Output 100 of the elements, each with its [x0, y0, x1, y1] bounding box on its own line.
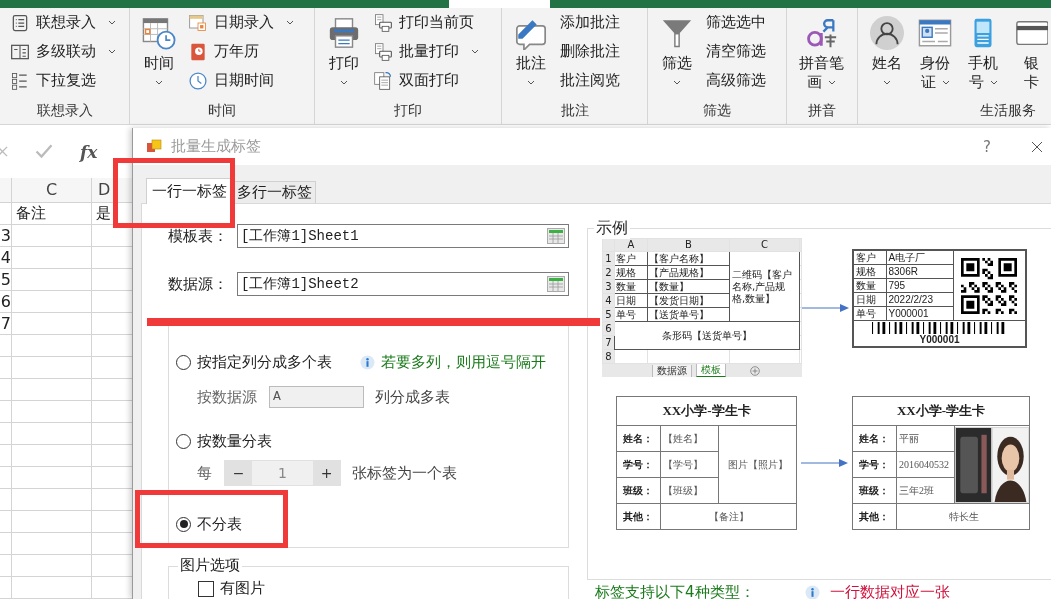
table-icon [547, 228, 565, 244]
radio-label: 不分表 [197, 514, 242, 534]
group-label: 打印 [393, 101, 423, 120]
checkbox-label: 有图片 [220, 579, 265, 598]
hint-text: 若要多列，则用逗号隔开 [381, 352, 546, 372]
table-cell: 数量 [853, 278, 886, 293]
checkbox[interactable] [198, 580, 214, 597]
ribbon-button[interactable]: 多级联动 [6, 37, 120, 66]
ribbon-button[interactable]: 日期时间 [184, 66, 298, 95]
pinyin-icon [804, 16, 839, 50]
ribbon-button[interactable]: 双面打印 [369, 66, 483, 95]
ribbon-button[interactable]: 高级筛选 [702, 66, 770, 95]
function-button[interactable]: fx [80, 141, 98, 162]
table-cell: 二维码【客户名称,产品规格,数量】 [729, 251, 800, 322]
table-cell: 其他： [852, 503, 897, 530]
tab[interactable]: 一行一标签 [146, 178, 233, 204]
check-icon[interactable] [35, 144, 53, 159]
calendar-icon [188, 12, 208, 33]
row-number: 6 [0, 291, 12, 313]
row-number [0, 379, 12, 401]
table-cell: 【数量】 [647, 279, 730, 294]
table-cell: 客户 [853, 250, 886, 265]
card-title: XX小学-学生卡 [852, 396, 1030, 426]
ribbon-button[interactable]: 筛选选中 [702, 8, 770, 37]
row-number: 5 [0, 269, 12, 291]
input-field[interactable]: [工作簿1]Sheet1 [237, 224, 569, 248]
ribbon-button[interactable]: 日期录入 [184, 8, 298, 37]
table-cell: 日期 [853, 292, 886, 307]
note-text: 标签支持以下4种类型： [595, 582, 755, 599]
qr-code-icon [961, 257, 1018, 314]
photo-placeholder-text: 图片【照片】 [727, 458, 789, 470]
ribbon-button[interactable]: 银 卡 [1008, 8, 1051, 100]
ribbon-button[interactable]: 下拉复选 [6, 66, 120, 95]
option-text: 张标签为一个表 [352, 463, 457, 483]
group-label: 生活服务 [979, 101, 1037, 120]
ribbon-button[interactable]: 批注阅览 [556, 66, 624, 95]
radio-button[interactable] [176, 516, 191, 532]
table-cell: 姓名： [852, 425, 897, 452]
tab[interactable]: 多行一标签 [233, 181, 316, 203]
table-cell: 其他： [616, 503, 661, 530]
ribbon-button[interactable]: 拼音笔 画 [793, 8, 850, 100]
clock-icon [188, 70, 208, 91]
ribbon-button[interactable]: 姓名 [864, 8, 910, 100]
row-number [0, 489, 12, 511]
table-icon [547, 276, 565, 292]
option-text: 列分成多表 [375, 387, 450, 407]
group-title: 示例 [594, 218, 630, 239]
printer-icon [327, 16, 361, 50]
calendar-clock-icon [142, 16, 176, 50]
input-field[interactable]: [工作簿1]Sheet2 [237, 272, 569, 296]
row-number: 4 [0, 247, 12, 269]
row-number: 3 [0, 225, 12, 247]
radio-label: 按指定列分成多个表 [197, 352, 332, 372]
ribbon-button[interactable]: 筛选 [654, 8, 700, 100]
column-header: C [729, 238, 800, 252]
ribbon-button[interactable]: 添加批注 [556, 8, 624, 37]
field-label: 模板表： [168, 226, 229, 246]
row-number [0, 423, 12, 445]
table-cell: 规格 [614, 265, 648, 280]
column-header[interactable]: C [12, 178, 92, 203]
dialog-title: 批量生成标签 [171, 137, 261, 156]
ribbon-button[interactable]: 身份 证 [912, 8, 958, 100]
pages-icon [373, 70, 393, 91]
table-cell: 平丽 [896, 425, 955, 452]
arrow-icon [802, 302, 850, 313]
group-title: 图片选项 [178, 556, 242, 575]
note-text: 一行数据对应一张 [829, 582, 950, 599]
table-cell: 【备注】 [660, 503, 797, 530]
ribbon-button[interactable]: 时间 [136, 8, 182, 100]
ribbon-button[interactable]: 联想录入 [6, 8, 120, 37]
ribbon-button[interactable]: 手机 号 [960, 8, 1006, 100]
group-label: 时间 [207, 101, 237, 120]
option-text: 按数据源 [197, 387, 258, 407]
ribbon-button[interactable]: 打印当前页 [369, 8, 483, 37]
table-cell: 【发货日期】 [647, 293, 730, 308]
ribbon-button[interactable]: 批量打印 [369, 37, 483, 66]
table-cell: 姓名： [616, 425, 661, 452]
ribbon-button[interactable]: 删除批注 [556, 37, 624, 66]
table-cell: 班级： [852, 477, 897, 504]
table-cell: 8306R [886, 264, 953, 279]
close-icon[interactable] [1031, 140, 1043, 153]
table-cell: 学号： [616, 451, 661, 478]
table-cell: A电子厂 [886, 250, 953, 265]
table-cell: 【客户名称】 [647, 251, 730, 266]
field-label: 数据源： [168, 274, 229, 294]
group-label: 批注 [559, 101, 590, 120]
table-cell: 【姓名】 [660, 425, 719, 452]
ribbon-button[interactable]: 批注 [508, 8, 554, 100]
table-cell: 学号： [852, 451, 897, 478]
table-cell: 特长生 [896, 503, 1030, 530]
table-cell: 单号 [853, 306, 886, 321]
help-button[interactable]: ? [983, 137, 991, 156]
table-cell: 规格 [853, 264, 886, 279]
ribbon-button[interactable]: 万年历 [184, 37, 298, 66]
table-cell: 备注 [12, 203, 92, 225]
ribbon-button[interactable]: 打印 [321, 8, 367, 100]
ribbon-button[interactable]: 清空筛选 [702, 37, 770, 66]
checklist-icon [10, 70, 30, 91]
row-number [0, 445, 12, 467]
row-number [0, 335, 12, 357]
